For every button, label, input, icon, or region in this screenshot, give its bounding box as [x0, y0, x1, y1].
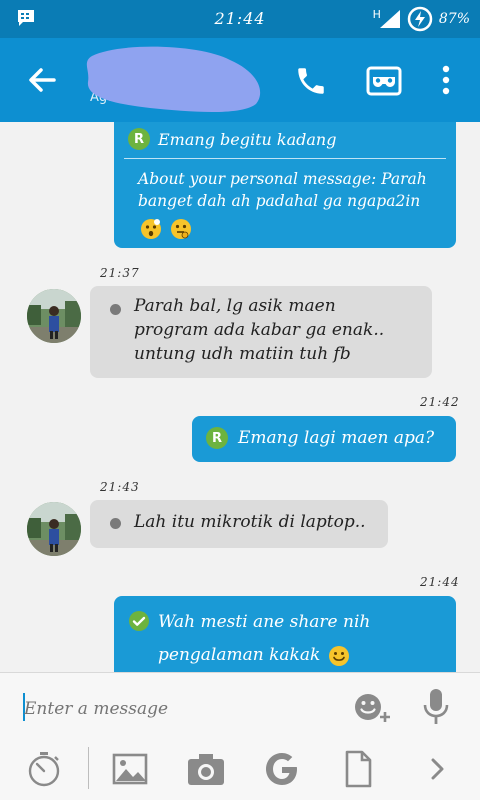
redaction-scribble — [86, 46, 261, 112]
reply-badge: R — [128, 128, 150, 150]
unread-dot — [110, 304, 121, 315]
message-line: About your personal message: Parah — [138, 170, 427, 188]
avatar[interactable] — [27, 289, 81, 343]
quoted-text: Emang begitu kadang — [158, 129, 337, 149]
battery-saver-icon — [407, 6, 433, 32]
message-bubble-outgoing[interactable]: R Emang lagi maen apa? — [192, 416, 456, 462]
unread-dot — [110, 518, 121, 529]
shocked-face-icon — [141, 219, 161, 239]
message-bubble-outgoing[interactable]: Wah mesti ane share nih pengalaman kakak — [114, 596, 456, 672]
back-arrow-icon[interactable] — [24, 62, 60, 98]
message-bubble-incoming[interactable]: Parah bal, lg asik maen program ada kaba… — [90, 286, 432, 378]
app-bar: Agung Wijaya (... — [0, 38, 480, 122]
smile-face-icon — [329, 645, 350, 666]
message-line: program ada kabar ga enak.. — [134, 320, 385, 340]
signal-icon — [379, 10, 400, 28]
message-line-with-emoji: pengalaman kakak — [158, 639, 370, 672]
emoji-row — [140, 218, 192, 240]
message-content: R Emang lagi maen apa? — [206, 427, 434, 449]
status-bar: 21:44 H 87% — [0, 0, 480, 38]
delivered-check-icon — [129, 611, 149, 631]
status-icons: H 87% — [373, 6, 470, 32]
quoted-reply: R Emang begitu kadang — [128, 128, 336, 150]
thinking-face-icon — [171, 219, 191, 239]
mask-icon[interactable] — [366, 66, 402, 96]
google-icon[interactable] — [262, 749, 302, 789]
battery-percent: 87% — [438, 11, 470, 27]
message-line: banget dah ah padahal ga ngapa2in — [138, 192, 421, 210]
image-icon[interactable] — [110, 749, 150, 789]
message-text: Emang lagi maen apa? — [238, 428, 435, 448]
message-text: Wah mesti ane share nih pengalaman kakak — [158, 606, 370, 672]
conversation[interactable]: R Emang begitu kadang About your persona… — [0, 122, 480, 672]
message-bubble-incoming[interactable]: Lah itu mikrotik di laptop.. — [90, 500, 388, 548]
timer-icon[interactable] — [24, 749, 64, 789]
message-bubble-outgoing[interactable]: R Emang begitu kadang About your persona… — [114, 122, 456, 248]
message-line: pengalaman kakak — [158, 645, 321, 665]
message-line: untung udh matiin tuh fb — [134, 344, 351, 364]
avatar[interactable] — [27, 502, 81, 556]
composer — [0, 672, 480, 800]
phone-icon[interactable] — [294, 64, 328, 98]
file-icon[interactable] — [338, 749, 378, 789]
camera-icon[interactable] — [186, 749, 226, 789]
chevron-right-icon[interactable] — [418, 749, 458, 789]
message-text: About your personal message: Parah bange… — [138, 168, 427, 212]
message-line: Wah mesti ane share nih — [158, 612, 371, 632]
message-time: 21:42 — [420, 395, 460, 409]
quote-divider — [124, 158, 446, 159]
message-time: 21:43 — [100, 480, 140, 494]
message-text: Lah itu mikrotik di laptop.. — [134, 512, 366, 532]
toolbar-divider — [88, 747, 89, 789]
microphone-icon[interactable] — [422, 687, 450, 727]
add-emoji-icon[interactable] — [352, 691, 392, 725]
message-time: 21:37 — [100, 266, 140, 280]
message-line: Parah bal, lg asik maen — [134, 296, 336, 316]
contact-photo — [27, 502, 81, 556]
reply-badge: R — [206, 427, 228, 449]
attachment-toolbar — [0, 745, 480, 795]
message-input[interactable] — [24, 691, 324, 727]
message-time: 21:44 — [420, 575, 460, 589]
contact-photo — [27, 289, 81, 343]
more-vert-icon[interactable] — [438, 62, 454, 98]
message-text: Parah bal, lg asik maen program ada kaba… — [134, 294, 384, 366]
